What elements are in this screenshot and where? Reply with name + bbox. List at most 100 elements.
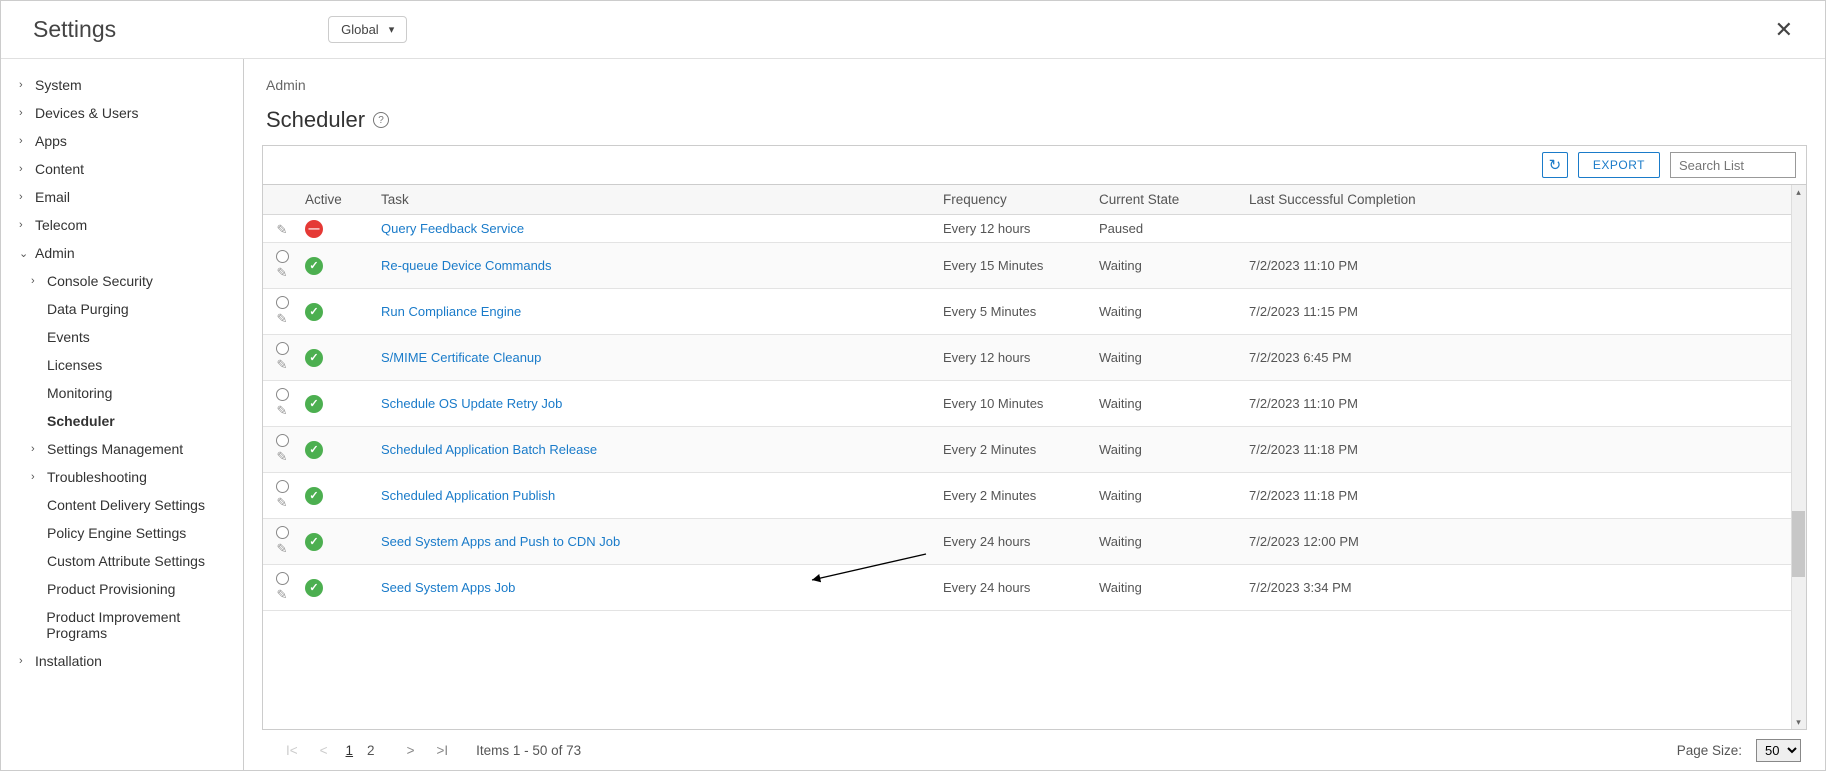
sidebar-item-email[interactable]: ›Email: [1, 183, 243, 211]
col-header-task[interactable]: Task: [381, 192, 943, 207]
task-link[interactable]: Scheduled Application Batch Release: [381, 442, 597, 457]
cell-completion: 7/2/2023 6:45 PM: [1249, 350, 1489, 365]
task-link[interactable]: Re-queue Device Commands: [381, 258, 552, 273]
scroll-down-icon[interactable]: ▾: [1791, 715, 1806, 729]
export-button[interactable]: EXPORT: [1578, 152, 1660, 178]
grid: Active Task Frequency Current State Last…: [262, 185, 1807, 730]
sidebar-item-label: Licenses: [47, 357, 102, 373]
task-link[interactable]: S/MIME Certificate Cleanup: [381, 350, 541, 365]
cell-frequency: Every 24 hours: [943, 534, 1099, 549]
edit-icon[interactable]: ✎: [277, 357, 288, 373]
cell-state: Waiting: [1099, 304, 1249, 319]
sidebar-item-settings-management[interactable]: ›Settings Management: [1, 435, 243, 463]
sidebar-item-troubleshooting[interactable]: ›Troubleshooting: [1, 463, 243, 491]
sidebar-item-label: Admin: [35, 245, 75, 261]
cell-frequency: Every 15 Minutes: [943, 258, 1099, 273]
breadcrumb: Admin: [266, 77, 1807, 93]
grid-header: Active Task Frequency Current State Last…: [263, 185, 1806, 215]
sidebar-item-devices-users[interactable]: ›Devices & Users: [1, 99, 243, 127]
task-link[interactable]: Scheduled Application Publish: [381, 488, 555, 503]
help-icon[interactable]: ?: [373, 112, 389, 128]
sidebar-item-content[interactable]: ›Content: [1, 155, 243, 183]
task-link[interactable]: Seed System Apps and Push to CDN Job: [381, 534, 620, 549]
edit-icon[interactable]: ✎: [277, 449, 288, 465]
sidebar-item-licenses[interactable]: Licenses: [1, 351, 243, 379]
col-header-active[interactable]: Active: [301, 192, 381, 207]
search-input[interactable]: [1670, 152, 1796, 178]
task-link[interactable]: Seed System Apps Job: [381, 580, 515, 595]
cell-frequency: Every 5 Minutes: [943, 304, 1099, 319]
sidebar-item-scheduler[interactable]: Scheduler: [1, 407, 243, 435]
scrollbar[interactable]: ▴ ▾: [1791, 185, 1806, 729]
row-radio[interactable]: [276, 526, 289, 539]
edit-icon[interactable]: ✎: [277, 311, 288, 327]
sidebar-item-installation[interactable]: ›Installation: [1, 647, 243, 675]
chevron-right-icon: ›: [19, 163, 29, 175]
cell-frequency: Every 10 Minutes: [943, 396, 1099, 411]
pager-last[interactable]: >I: [432, 741, 452, 760]
cell-frequency: Every 2 Minutes: [943, 488, 1099, 503]
page-size-select[interactable]: 50: [1756, 739, 1801, 762]
sidebar-item-monitoring[interactable]: Monitoring: [1, 379, 243, 407]
sidebar-item-admin[interactable]: ⌄Admin: [1, 239, 243, 267]
refresh-button[interactable]: ↻: [1542, 152, 1568, 178]
scroll-up-icon[interactable]: ▴: [1791, 185, 1806, 199]
cell-completion: 7/2/2023 11:15 PM: [1249, 304, 1489, 319]
task-link[interactable]: Query Feedback Service: [381, 221, 524, 236]
edit-icon[interactable]: ✎: [277, 587, 288, 603]
pager-page-2[interactable]: 2: [367, 743, 375, 758]
edit-icon[interactable]: ✎: [277, 495, 288, 511]
pager-prev[interactable]: <: [316, 741, 332, 760]
page-size-label: Page Size:: [1677, 743, 1742, 758]
row-radio[interactable]: [276, 572, 289, 585]
page-title: Scheduler: [266, 107, 365, 133]
row-radio[interactable]: [276, 434, 289, 447]
edit-icon[interactable]: ✎: [277, 265, 288, 281]
sidebar-item-product-improvement-programs[interactable]: Product Improvement Programs: [1, 603, 243, 647]
sidebar-item-label: Monitoring: [47, 385, 112, 401]
table-row: ✎✓Seed System Apps JobEvery 24 hoursWait…: [263, 565, 1806, 611]
cell-state: Waiting: [1099, 350, 1249, 365]
sidebar-item-label: Apps: [35, 133, 67, 149]
scroll-thumb[interactable]: [1792, 511, 1805, 577]
scope-label: Global: [341, 22, 379, 37]
table-row: ✎✓S/MIME Certificate CleanupEvery 12 hou…: [263, 335, 1806, 381]
check-icon: ✓: [305, 579, 323, 597]
pager-first[interactable]: I<: [282, 741, 302, 760]
cell-state: Waiting: [1099, 488, 1249, 503]
sidebar-item-events[interactable]: Events: [1, 323, 243, 351]
sidebar-item-content-delivery-settings[interactable]: Content Delivery Settings: [1, 491, 243, 519]
sidebar-item-label: Settings Management: [47, 441, 183, 457]
task-link[interactable]: Run Compliance Engine: [381, 304, 521, 319]
col-header-state[interactable]: Current State: [1099, 192, 1249, 207]
col-header-completion[interactable]: Last Successful Completion: [1249, 192, 1489, 207]
cell-completion: 7/2/2023 11:10 PM: [1249, 396, 1489, 411]
cell-completion: 7/2/2023 12:00 PM: [1249, 534, 1489, 549]
row-radio[interactable]: [276, 480, 289, 493]
chevron-right-icon: ›: [19, 135, 29, 147]
sidebar-item-console-security[interactable]: ›Console Security: [1, 267, 243, 295]
cell-frequency: Every 12 hours: [943, 221, 1099, 236]
row-radio[interactable]: [276, 342, 289, 355]
edit-icon[interactable]: ✎: [277, 403, 288, 419]
cell-frequency: Every 12 hours: [943, 350, 1099, 365]
edit-icon[interactable]: ✎: [277, 541, 288, 557]
sidebar-item-custom-attribute-settings[interactable]: Custom Attribute Settings: [1, 547, 243, 575]
row-radio[interactable]: [276, 250, 289, 263]
close-icon[interactable]: ✕: [1771, 13, 1797, 47]
scope-selector[interactable]: Global ▾: [328, 16, 407, 43]
pager-next[interactable]: >: [403, 741, 419, 760]
col-header-frequency[interactable]: Frequency: [943, 192, 1099, 207]
task-link[interactable]: Schedule OS Update Retry Job: [381, 396, 562, 411]
check-icon: ✓: [305, 487, 323, 505]
pager-page-1[interactable]: 1: [346, 743, 354, 758]
sidebar-item-telecom[interactable]: ›Telecom: [1, 211, 243, 239]
sidebar-item-product-provisioning[interactable]: Product Provisioning: [1, 575, 243, 603]
sidebar-item-policy-engine-settings[interactable]: Policy Engine Settings: [1, 519, 243, 547]
sidebar-item-system[interactable]: ›System: [1, 71, 243, 99]
sidebar-item-data-purging[interactable]: Data Purging: [1, 295, 243, 323]
edit-icon[interactable]: ✎: [277, 222, 288, 238]
row-radio[interactable]: [276, 388, 289, 401]
row-radio[interactable]: [276, 296, 289, 309]
sidebar-item-apps[interactable]: › Apps: [1, 127, 243, 155]
